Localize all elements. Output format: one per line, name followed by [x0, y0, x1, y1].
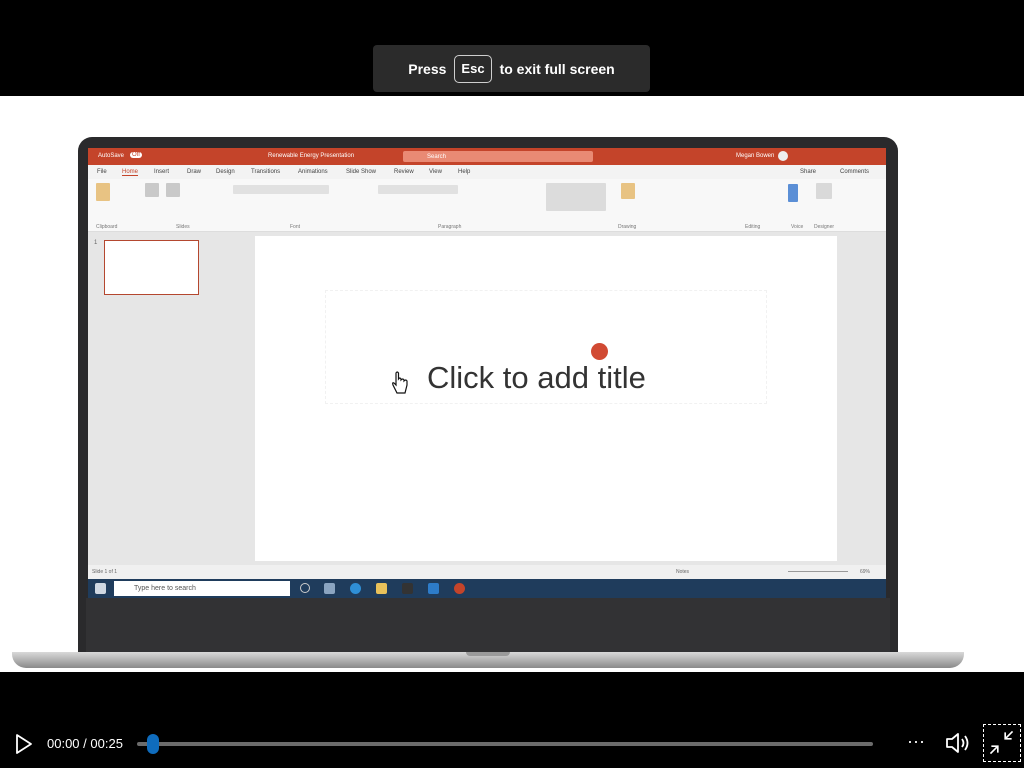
more-options-button[interactable]: ··· — [902, 730, 930, 756]
avatar — [778, 151, 788, 161]
menu-insert: Insert — [154, 169, 170, 175]
paragraph-icon — [378, 185, 458, 194]
document-title: Renewable Energy Presentation — [268, 153, 355, 159]
menu-slideshow: Slide Show — [346, 169, 377, 175]
current-time: 00:00 — [47, 736, 80, 751]
progress-track[interactable] — [137, 742, 873, 746]
user-name: Megan Bowen — [736, 153, 775, 159]
ribbon-group-font: Font — [290, 224, 301, 230]
windows-start-icon — [95, 583, 106, 594]
ribbon-group-drawing: Drawing — [618, 224, 637, 230]
shapes-icon — [546, 183, 606, 211]
slide-thumbnail — [104, 240, 199, 295]
font-box-icon — [233, 185, 329, 194]
play-button[interactable] — [14, 733, 34, 755]
autosave-label: AutoSave — [98, 153, 125, 159]
autosave-toggle: Off — [130, 152, 142, 158]
laptop-screen: AutoSave Off Renewable Energy Presentati… — [88, 148, 886, 598]
hand-cursor-icon — [392, 371, 408, 394]
ppt-title-bar: AutoSave Off Renewable Energy Presentati… — [88, 148, 886, 165]
title-placeholder-text: Click to add title — [427, 360, 646, 395]
search-label: Search — [427, 154, 447, 160]
menu-transitions: Transitions — [251, 169, 281, 175]
file-explorer-icon — [376, 583, 387, 594]
menu-draw: Draw — [187, 169, 202, 175]
laptop-chin — [86, 598, 890, 653]
esc-key-badge: Esc — [454, 54, 492, 83]
taskbar-search: Type here to search — [114, 581, 290, 596]
slide-number: 1 — [94, 240, 98, 246]
menu-home: Home — [122, 169, 139, 176]
cortana-icon — [300, 583, 310, 593]
menu-help: Help — [458, 169, 471, 175]
ribbon-group-designer: Designer — [814, 224, 835, 230]
hint-suffix: to exit full screen — [499, 60, 615, 77]
search-box: Search — [403, 151, 593, 162]
designer-icon — [816, 183, 832, 199]
edge-icon — [350, 583, 361, 594]
task-view-icon — [324, 583, 335, 594]
hint-press: Press — [408, 60, 447, 77]
ribbon-group-paragraph: Paragraph — [438, 224, 462, 230]
total-time: 00:25 — [90, 736, 123, 751]
slide-canvas: Click to add title — [255, 236, 837, 561]
video-frame[interactable]: AutoSave Off Renewable Energy Presentati… — [0, 96, 1024, 672]
status-notes: Notes — [676, 569, 690, 575]
ribbon-group-clipboard: Clipboard — [96, 224, 118, 230]
click-highlight-dot — [591, 343, 608, 360]
comments-label: Comments — [840, 169, 870, 175]
exit-fullscreen-hint: Press Esc to exit full screen — [373, 45, 650, 92]
laptop-notch — [466, 652, 510, 656]
ppt-menu-row: File Home Insert Draw Design Transitions… — [88, 165, 886, 179]
exit-fullscreen-button[interactable] — [983, 724, 1021, 762]
menu-review: Review — [394, 169, 414, 175]
windows-taskbar: Type here to search — [88, 579, 886, 598]
menu-animations: Animations — [298, 169, 328, 175]
status-zoom: 69% — [860, 569, 871, 575]
reuse-slides-icon — [166, 183, 180, 197]
ribbon-group-voice: Voice — [791, 224, 804, 230]
powerpoint-icon — [454, 583, 465, 594]
share-label: Share — [800, 169, 817, 175]
time-display: 00:00 / 00:25 — [47, 736, 123, 751]
progress-thumb[interactable] — [147, 734, 159, 754]
new-slide-icon — [145, 183, 159, 197]
ribbon-group-editing: Editing — [745, 224, 761, 230]
ppt-ribbon: Clipboard Slides Font Paragraph Drawing … — [88, 179, 886, 232]
menu-view: View — [429, 169, 442, 175]
mail-icon — [428, 583, 439, 594]
dictate-icon — [788, 184, 798, 202]
collapse-arrows-icon — [989, 730, 1014, 755]
volume-icon[interactable] — [944, 730, 974, 756]
paste-icon — [96, 183, 110, 201]
menu-file: File — [97, 169, 107, 175]
taskbar-search-text: Type here to search — [134, 585, 196, 592]
store-icon — [402, 583, 413, 594]
arrange-icon — [621, 183, 635, 199]
menu-design: Design — [216, 169, 235, 175]
ppt-status-bar: Slide 1 of 1 Notes 69% — [88, 565, 886, 579]
status-slide-count: Slide 1 of 1 — [92, 569, 118, 575]
zoom-slider — [788, 571, 848, 572]
ribbon-group-slides: Slides — [176, 224, 190, 230]
time-separator: / — [83, 736, 87, 751]
